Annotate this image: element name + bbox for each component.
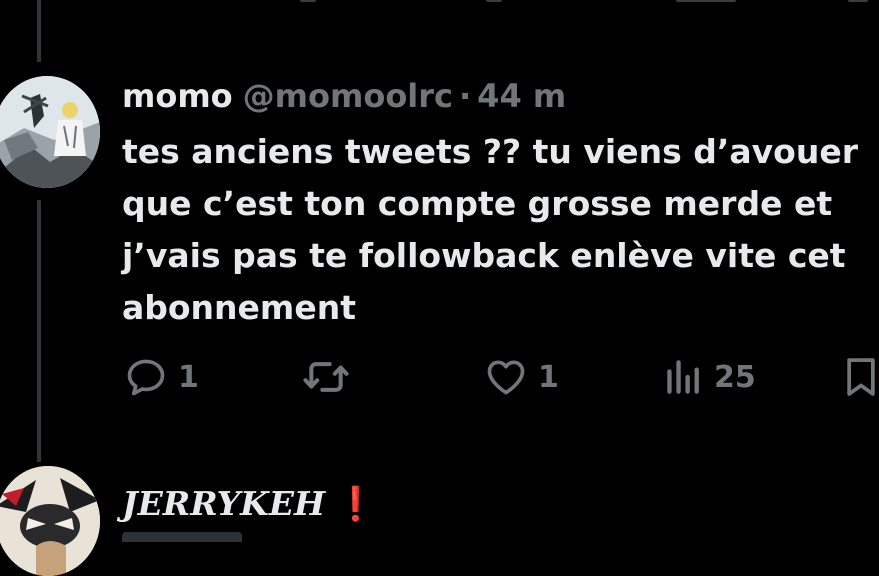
separator-dot: · bbox=[459, 77, 472, 115]
display-name[interactable]: momo bbox=[122, 77, 233, 115]
retweet-arrows-icon bbox=[302, 355, 350, 399]
like-count: 1 bbox=[538, 359, 559, 395]
tweet-header: momo @momoolrc · 44 m bbox=[122, 76, 566, 116]
tweet-text: tes anciens tweets ?? tu viens d’avouer … bbox=[122, 132, 858, 327]
next-tweet-display-name[interactable]: JERRYKEH ❗ bbox=[122, 482, 376, 526]
tweet-actions: 1 1 25 bbox=[0, 352, 879, 402]
bookmark-icon bbox=[844, 355, 878, 399]
retweet-button[interactable] bbox=[302, 352, 360, 402]
avatar[interactable] bbox=[0, 466, 100, 576]
user-handle[interactable]: @momoolrc bbox=[243, 77, 453, 115]
reply-bubble-icon bbox=[124, 355, 168, 399]
bookmark-button[interactable] bbox=[844, 352, 878, 402]
like-button[interactable]: 1 bbox=[484, 352, 559, 402]
previous-tweet-fragment bbox=[0, 0, 879, 6]
views-count: 25 bbox=[714, 359, 756, 395]
reply-count: 1 bbox=[178, 359, 199, 395]
thread-line bbox=[37, 200, 41, 462]
heart-icon bbox=[484, 355, 528, 399]
thread-line bbox=[37, 0, 41, 62]
avatar[interactable] bbox=[0, 76, 100, 188]
views-bars-icon bbox=[664, 355, 704, 399]
views-button[interactable]: 25 bbox=[664, 352, 756, 402]
next-tweet-handle-fragment bbox=[122, 532, 242, 542]
reply-button[interactable]: 1 bbox=[124, 352, 199, 402]
display-name[interactable]: JERRYKEH bbox=[122, 484, 325, 523]
exclamation-badge-icon: ❗ bbox=[335, 484, 377, 523]
tweet-timestamp[interactable]: 44 m bbox=[477, 77, 566, 115]
